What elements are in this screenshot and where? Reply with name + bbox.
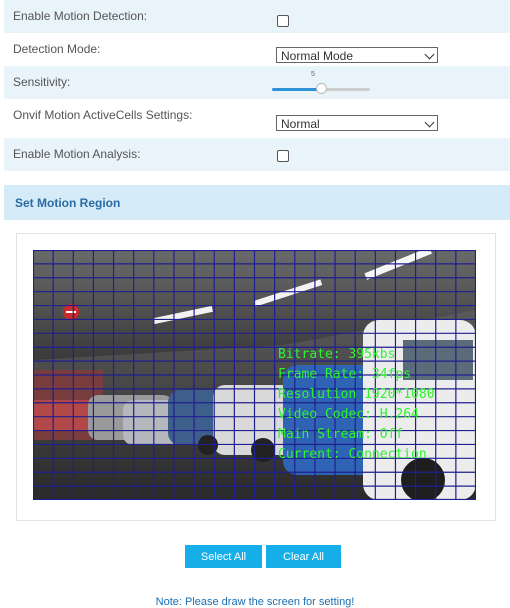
select-all-button[interactable]: Select All: [185, 545, 262, 568]
sensitivity-value: 5: [311, 71, 315, 78]
enable-motion-detection-label: Enable Motion Detection:: [13, 9, 148, 23]
sensitivity-label: Sensitivity:: [13, 75, 71, 89]
onvif-cells-value: Normal: [281, 117, 320, 131]
set-motion-region-header: Set Motion Region: [4, 185, 510, 220]
osd-line: Bitrate: 395kbs: [278, 347, 396, 362]
osd-line: Resolution 1920*1080: [278, 387, 435, 402]
chevron-down-icon: [424, 117, 435, 128]
sensitivity-slider[interactable]: [272, 83, 370, 94]
osd-line: Video Codec: H.264: [278, 407, 419, 422]
chevron-down-icon: [424, 49, 435, 60]
detection-mode-select[interactable]: Normal Mode: [276, 47, 438, 63]
onvif-cells-select[interactable]: Normal: [276, 115, 438, 131]
osd-line: Current: Connection: [278, 447, 427, 462]
onvif-cells-row: Onvif Motion ActiveCells Settings: Norma…: [4, 99, 510, 132]
detection-mode-row: Detection Mode: Normal Mode: [4, 33, 510, 66]
enable-motion-analysis-checkbox[interactable]: [277, 150, 289, 162]
section-title: Set Motion Region: [15, 196, 121, 210]
enable-motion-analysis-row: Enable Motion Analysis:: [4, 138, 510, 171]
detection-mode-label: Detection Mode:: [13, 42, 101, 56]
enable-motion-detection-checkbox[interactable]: [277, 15, 289, 27]
sensitivity-slider-thumb[interactable]: [315, 83, 327, 94]
motion-region-canvas[interactable]: Bitrate: 395kbs Frame Rate: 34fps Resoluti…: [33, 250, 476, 500]
osd-line: Frame Rate: 34fps: [278, 367, 412, 382]
enable-motion-analysis-label: Enable Motion Analysis:: [13, 147, 141, 161]
enable-motion-detection-row: Enable Motion Detection:: [4, 0, 510, 33]
sensitivity-slider-fill: [272, 88, 321, 91]
note-text: Note: Please draw the screen for setting…: [155, 596, 355, 608]
onvif-cells-label: Onvif Motion ActiveCells Settings:: [13, 108, 193, 122]
osd-line: Main Stream: Off: [278, 427, 404, 442]
clear-all-button[interactable]: Clear All: [266, 545, 341, 568]
sensitivity-row: Sensitivity:: [4, 66, 510, 99]
detection-mode-value: Normal Mode: [281, 49, 354, 63]
